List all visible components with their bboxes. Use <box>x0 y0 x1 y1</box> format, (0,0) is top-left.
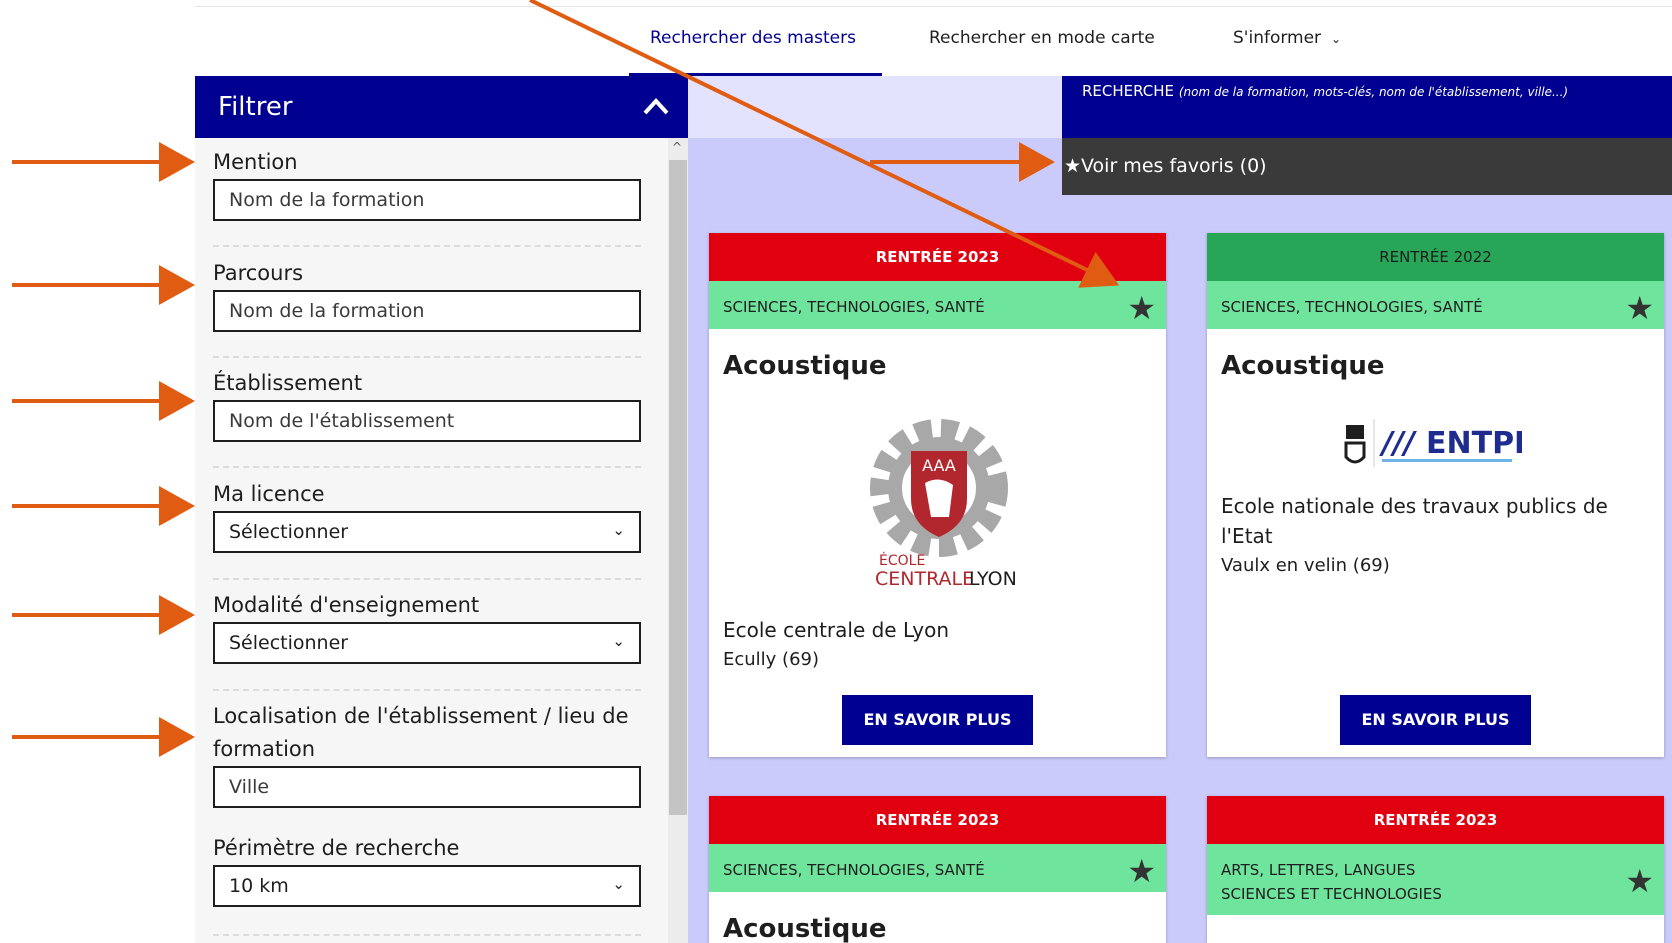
annotation-arrows <box>12 0 1120 757</box>
arrow-star <box>529 0 1120 288</box>
